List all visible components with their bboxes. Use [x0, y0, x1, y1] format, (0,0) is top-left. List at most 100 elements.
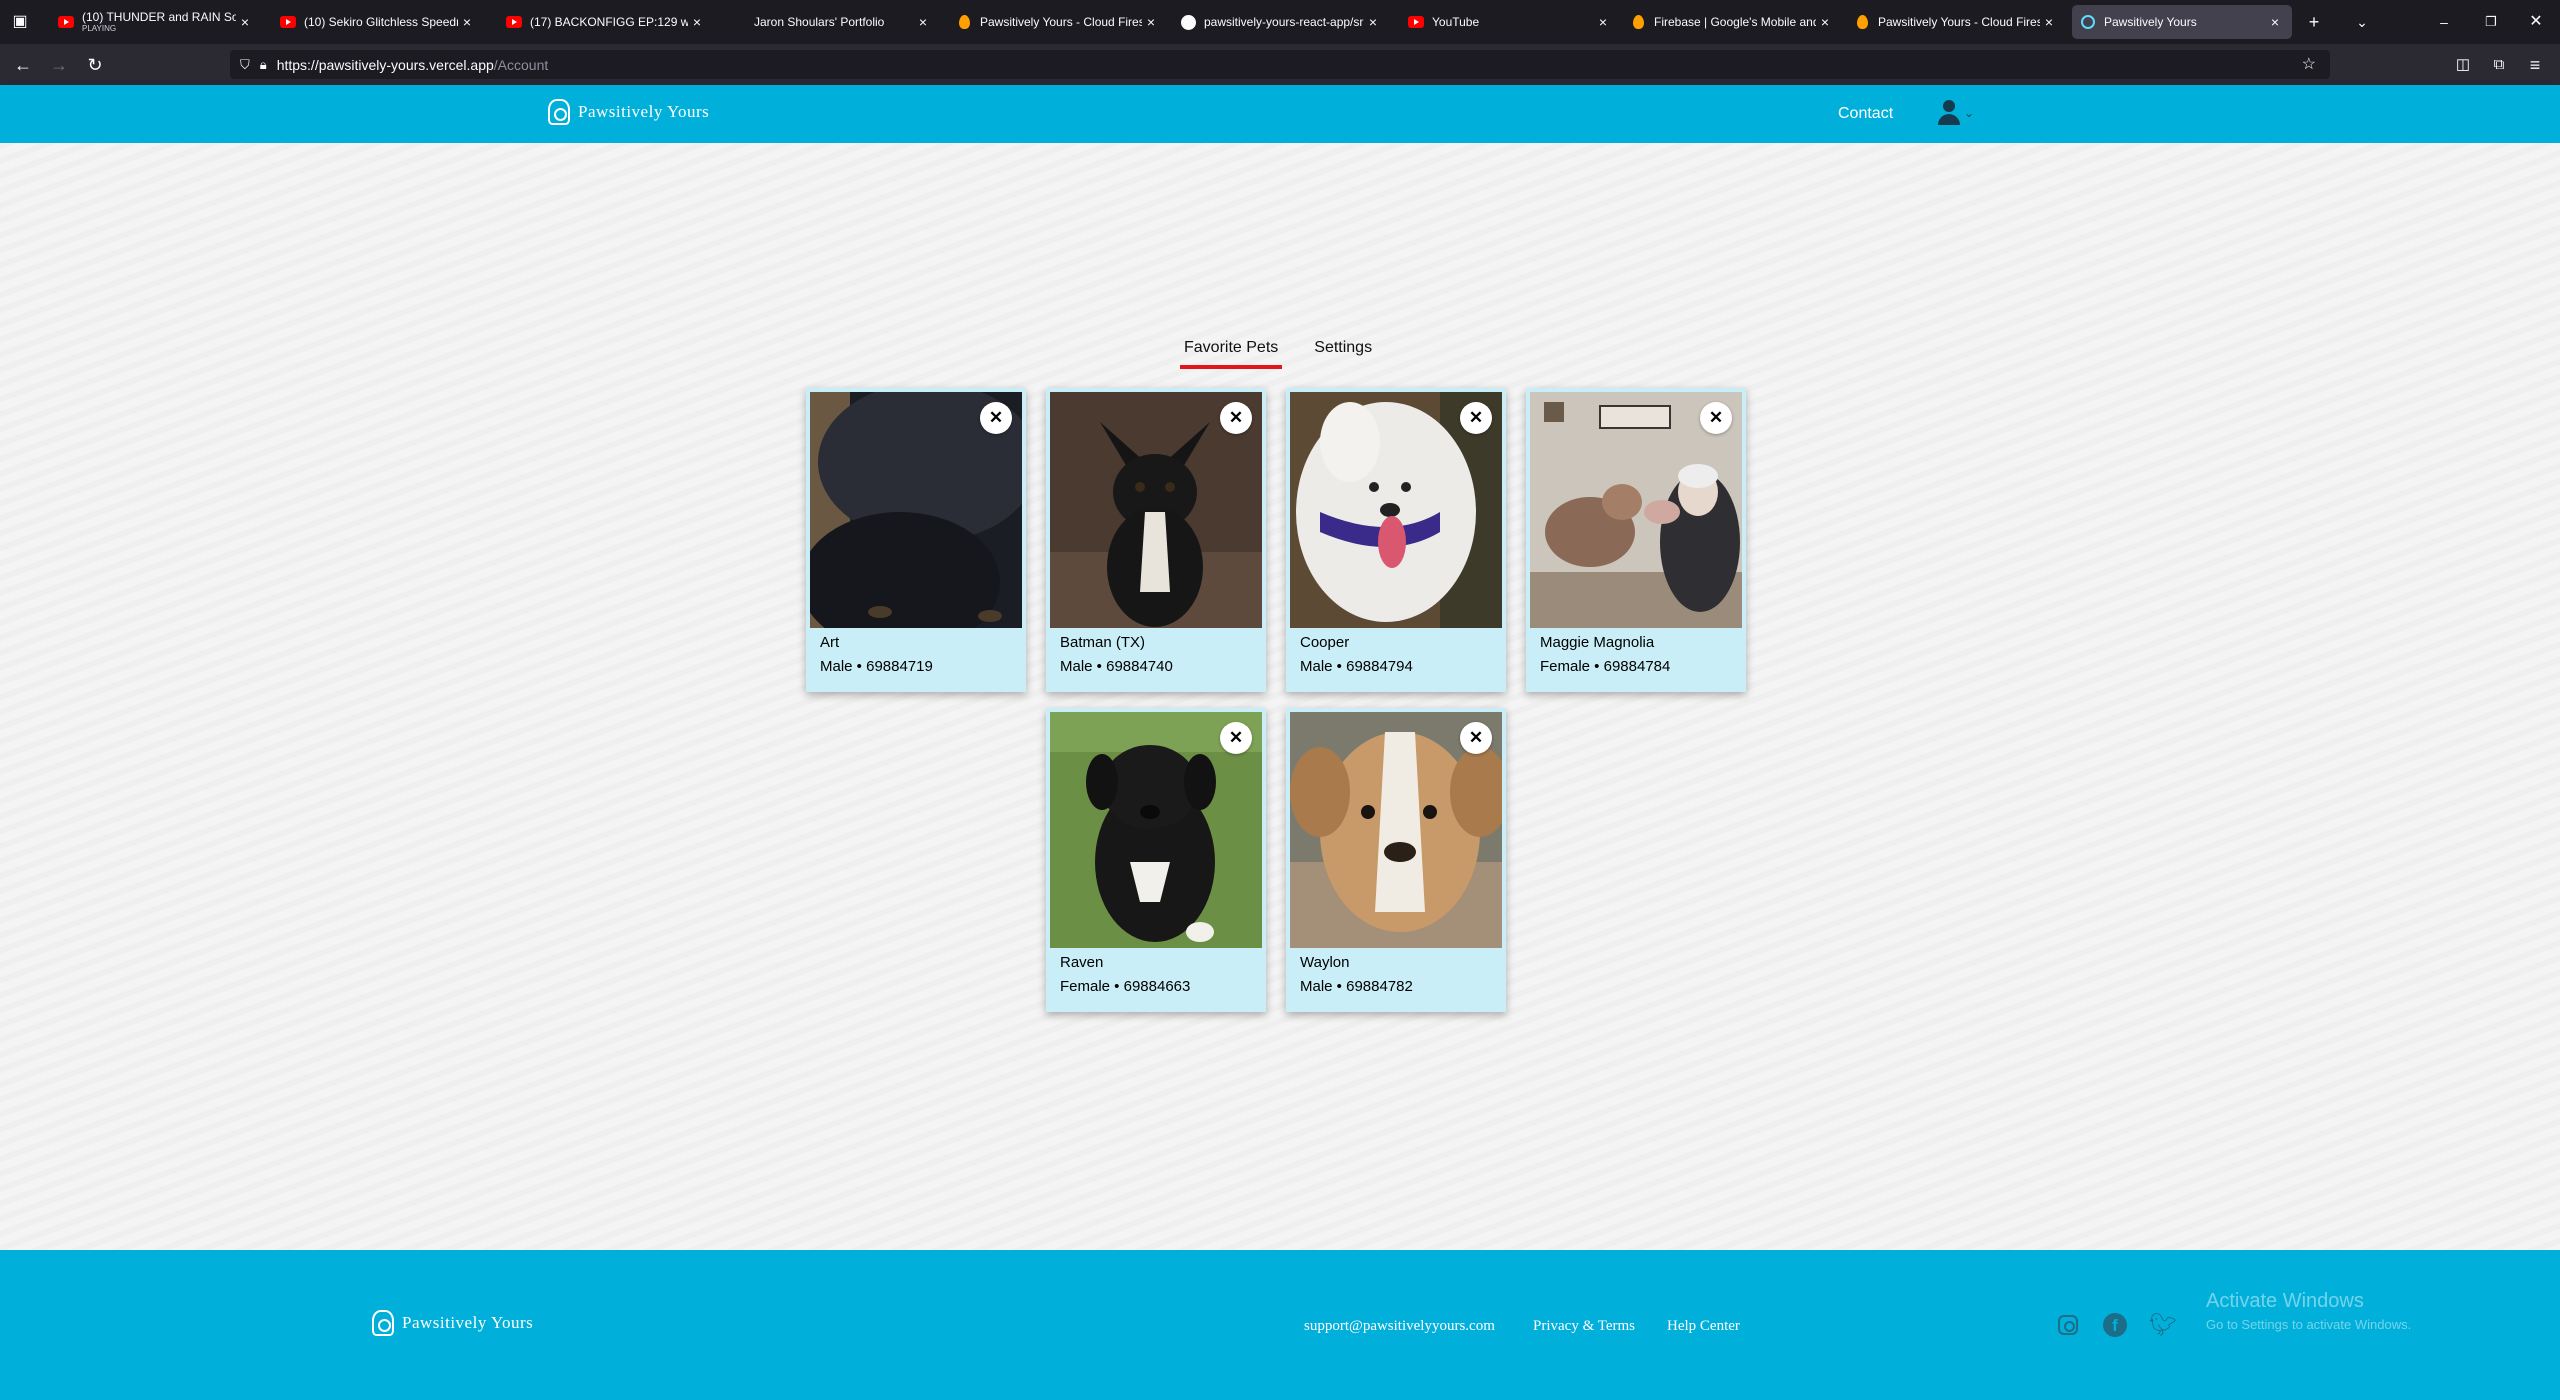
twitter-icon[interactable]: 🐦︎ [2149, 1312, 2177, 1337]
menu-icon[interactable]: ≡ [2520, 50, 2550, 80]
tab-title: pawsitively-yours-react-app/sr [1204, 15, 1364, 29]
browser-tab[interactable]: (10) Sekiro Glitchless Speedrun × [272, 5, 484, 39]
close-tab-icon[interactable]: × [458, 14, 476, 30]
reload-icon[interactable]: ↻ [80, 50, 110, 80]
watermark-subtitle: Go to Settings to activate Windows. [2206, 1317, 2412, 1332]
shield-icon[interactable]: ⛉ [240, 57, 250, 73]
pet-card[interactable]: ✕ Raven Female • 69884663 [1046, 708, 1266, 1012]
close-window-icon[interactable]: ✕ [2522, 8, 2550, 36]
close-tab-icon[interactable]: × [688, 14, 706, 30]
pet-photo[interactable]: ✕ [1290, 392, 1502, 628]
pet-info: Female • 69884784 [1540, 658, 1671, 675]
close-tab-icon[interactable]: × [1816, 14, 1834, 30]
pet-info: Male • 69884794 [1300, 658, 1413, 675]
account-page: Favorite Pets Settings ✕ Art Male • 6988… [0, 143, 2560, 1250]
account-menu-button[interactable]: ⌄ [1938, 100, 1974, 125]
forward-icon[interactable]: → [44, 50, 74, 80]
pet-card[interactable]: ✕ Maggie Magnolia Female • 69884784 [1526, 388, 1746, 692]
tab-title: Pawsitively Yours - Cloud Firest [1878, 15, 2040, 29]
remove-favorite-button[interactable]: ✕ [1700, 402, 1732, 434]
url-host: https://pawsitively-yours.vercel.app [276, 56, 494, 73]
close-tab-icon[interactable]: × [914, 14, 932, 30]
tab-title: (10) THUNDER and RAIN Sound [82, 11, 236, 24]
pet-name: Waylon [1300, 954, 1350, 971]
pet-card[interactable]: ✕ Waylon Male • 69884782 [1286, 708, 1506, 1012]
tab-title: (17) BACKONFIGG EP:129 w/ St [530, 15, 688, 29]
youtube-icon [1408, 14, 1424, 30]
minimize-icon[interactable]: – [2430, 8, 2458, 36]
pet-photo[interactable]: ✕ [1050, 392, 1262, 628]
remove-favorite-button[interactable]: ✕ [1220, 722, 1252, 754]
remove-favorite-button[interactable]: ✕ [1460, 402, 1492, 434]
browser-tab[interactable]: YouTube × [1400, 5, 1620, 39]
instagram-icon[interactable] [2056, 1313, 2080, 1337]
restore-icon[interactable]: ❐ [2477, 8, 2505, 36]
browser-tab[interactable]: (17) BACKONFIGG EP:129 w/ St × [498, 5, 714, 39]
tab-settings[interactable]: Settings [1310, 339, 1376, 369]
support-email-link[interactable]: support@pawsitivelyyours.com [1304, 1318, 1495, 1335]
pet-card[interactable]: ✕ Cooper Male • 69884794 [1286, 388, 1506, 692]
browser-nav-bar: ← → ↻ ⛉ 🔒︎ https://pawsitively-yours.ver… [0, 44, 2560, 85]
pet-card[interactable]: ✕ Art Male • 69884719 [806, 388, 1026, 692]
browser-tab[interactable]: Firebase | Google's Mobile and × [1622, 5, 1842, 39]
watermark-title: Activate Windows [2206, 1290, 2364, 1312]
close-tab-icon[interactable]: × [2040, 14, 2058, 30]
back-icon[interactable]: ← [8, 50, 38, 80]
dog-logo-icon [548, 99, 570, 125]
pet-info: Female • 69884663 [1060, 978, 1191, 995]
address-bar[interactable]: ⛉ 🔒︎ https://pawsitively-yours.vercel.ap… [230, 50, 2330, 79]
pet-photo[interactable]: ✕ [1050, 712, 1262, 948]
facebook-icon[interactable]: f [2103, 1313, 2127, 1337]
tab-title: Firebase | Google's Mobile and [1654, 15, 1816, 29]
account-tabs: Favorite Pets Settings [1180, 339, 1404, 369]
pet-photo[interactable]: ✕ [1290, 712, 1502, 948]
remove-favorite-button[interactable]: ✕ [1460, 722, 1492, 754]
browser-tab-bar: ▣ (10) THUNDER and RAIN SoundPLAYING × (… [0, 0, 2560, 44]
pet-photo[interactable]: ✕ [810, 392, 1022, 628]
site-logo[interactable]: Pawsitively Yours [548, 99, 709, 125]
browser-tab-active[interactable]: Pawsitively Yours × [2072, 5, 2292, 39]
browser-tab[interactable]: Jaron Shoulars' Portfolio × [722, 5, 940, 39]
list-tabs-icon[interactable]: ⌄ [2348, 8, 2376, 36]
tab-title: (10) Sekiro Glitchless Speedrun [304, 15, 458, 29]
privacy-terms-link[interactable]: Privacy & Terms [1533, 1318, 1635, 1335]
pocket-icon[interactable]: ◫ [2448, 50, 2478, 80]
extensions-icon[interactable]: ⧉ [2484, 50, 2514, 80]
tab-favorite-pets[interactable]: Favorite Pets [1180, 339, 1283, 369]
close-tab-icon[interactable]: × [1142, 14, 1160, 30]
close-tab-icon[interactable]: × [236, 14, 254, 30]
close-tab-icon[interactable]: × [2266, 14, 2284, 30]
user-icon [1938, 100, 1960, 125]
lock-icon[interactable]: 🔒︎ [260, 57, 267, 73]
footer-logo[interactable]: Pawsitively Yours [372, 1310, 533, 1336]
tab-manager-icon[interactable]: ▣ [8, 11, 32, 33]
pet-card[interactable]: ✕ Batman (TX) Male • 69884740 [1046, 388, 1266, 692]
browser-tab[interactable]: (10) THUNDER and RAIN SoundPLAYING × [50, 5, 262, 39]
pet-info: Male • 69884740 [1060, 658, 1173, 675]
browser-tab[interactable]: Pawsitively Yours - Cloud Firest × [948, 5, 1168, 39]
youtube-icon [280, 14, 296, 30]
react-icon [2080, 14, 2096, 30]
footer-logo-text: Pawsitively Yours [402, 1313, 534, 1332]
pet-info: Male • 69884782 [1300, 978, 1413, 995]
pet-name: Maggie Magnolia [1540, 634, 1655, 651]
pet-photo[interactable]: ✕ [1530, 392, 1742, 628]
remove-favorite-button[interactable]: ✕ [980, 402, 1012, 434]
new-tab-icon[interactable]: + [2300, 8, 2328, 36]
contact-link[interactable]: Contact [1838, 105, 1893, 123]
browser-tab[interactable]: Pawsitively Yours - Cloud Firest × [1846, 5, 2066, 39]
bookmark-star-icon[interactable]: ☆ [2302, 54, 2316, 74]
help-center-link[interactable]: Help Center [1667, 1318, 1740, 1335]
browser-tab[interactable]: pawsitively-yours-react-app/sr × [1172, 5, 1390, 39]
site-header: Pawsitively Yours Contact ⌄ [0, 85, 2560, 143]
dog-logo-icon [372, 1310, 394, 1336]
remove-favorite-button[interactable]: ✕ [1220, 402, 1252, 434]
youtube-icon [58, 14, 74, 30]
blank-page-icon [730, 14, 746, 30]
close-tab-icon[interactable]: × [1364, 14, 1382, 30]
pet-name: Raven [1060, 954, 1104, 971]
tab-subtitle: PLAYING [82, 24, 117, 33]
pet-name: Batman (TX) [1060, 634, 1146, 651]
close-tab-icon[interactable]: × [1594, 14, 1612, 30]
logo-text: Pawsitively Yours [578, 102, 710, 121]
